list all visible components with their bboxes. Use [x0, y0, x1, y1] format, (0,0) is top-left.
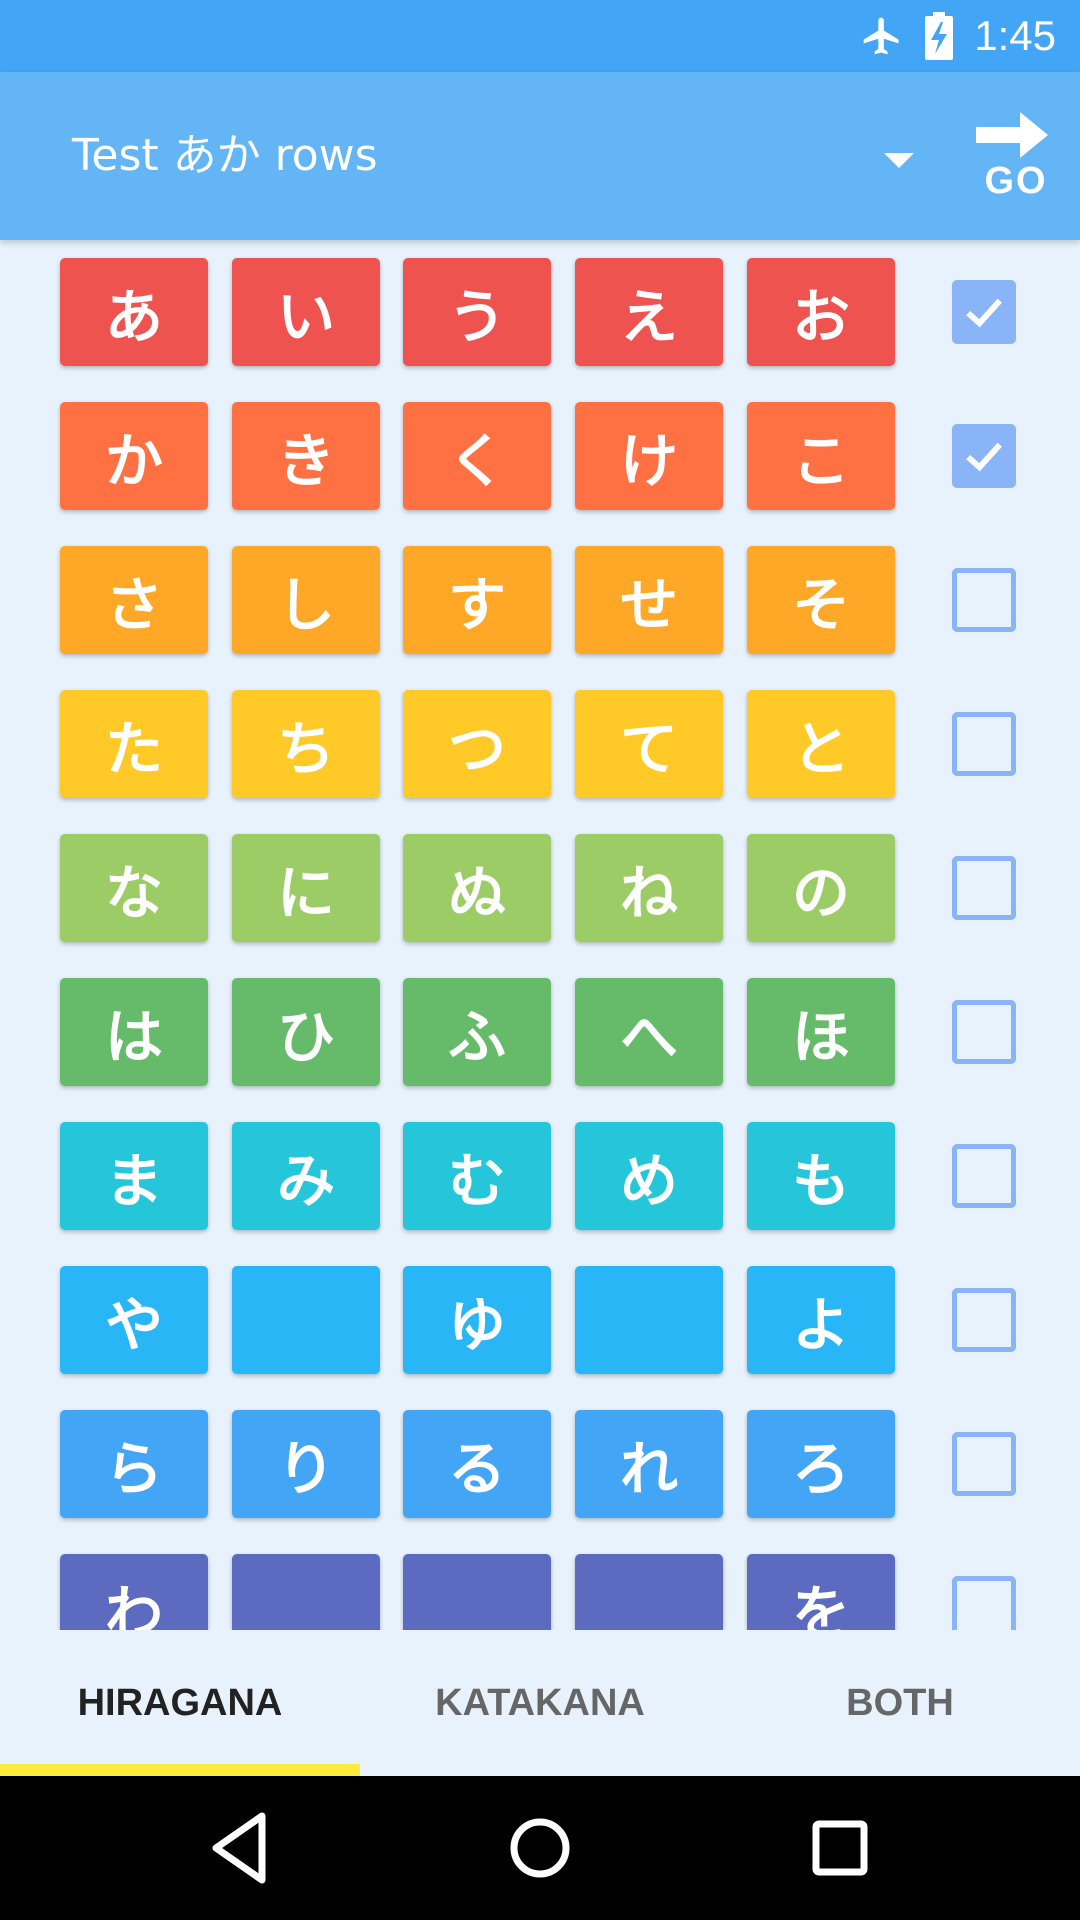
- kana-cell[interactable]: と: [747, 690, 895, 798]
- go-label: GO: [984, 160, 1048, 202]
- kana-cell[interactable]: み: [232, 1122, 380, 1230]
- kana-cell[interactable]: ゆ: [403, 1266, 551, 1374]
- kana-cell[interactable]: に: [232, 834, 380, 942]
- row-checkbox[interactable]: [952, 1144, 1016, 1208]
- arrow-right-icon: [976, 112, 1048, 158]
- kana-cell[interactable]: [575, 1554, 723, 1630]
- recents-icon[interactable]: [790, 1798, 890, 1898]
- kana-row: やゆよ: [0, 1266, 1080, 1374]
- kana-cell[interactable]: [403, 1554, 551, 1630]
- kana-cell[interactable]: の: [747, 834, 895, 942]
- tab-katakana[interactable]: KATAKANA: [360, 1630, 720, 1776]
- row-checkbox[interactable]: [952, 280, 1016, 344]
- kana-row: たちつてと: [0, 690, 1080, 798]
- kana-cell[interactable]: え: [575, 258, 723, 366]
- kana-cell[interactable]: ち: [232, 690, 380, 798]
- kana-cell[interactable]: そ: [747, 546, 895, 654]
- row-checkbox[interactable]: [952, 1000, 1016, 1064]
- row-checkbox[interactable]: [952, 1576, 1016, 1630]
- kana-cell[interactable]: ま: [60, 1122, 208, 1230]
- kana-cell[interactable]: き: [232, 402, 380, 510]
- kana-cell[interactable]: り: [232, 1410, 380, 1518]
- kana-cell[interactable]: め: [575, 1122, 723, 1230]
- kana-cell[interactable]: お: [747, 258, 895, 366]
- kana-cell[interactable]: こ: [747, 402, 895, 510]
- kana-cell[interactable]: ぬ: [403, 834, 551, 942]
- kana-cell[interactable]: す: [403, 546, 551, 654]
- kana-cell[interactable]: な: [60, 834, 208, 942]
- tab-both[interactable]: BOTH: [720, 1630, 1080, 1776]
- home-icon[interactable]: [490, 1798, 590, 1898]
- status-time: 1:45: [974, 12, 1056, 59]
- kana-grid: あいうえおかきくけこさしすせそたちつてとなにぬねのはひふへほまみむめもや ゆ よらり…: [0, 240, 1080, 1630]
- kana-cell[interactable]: ふ: [403, 978, 551, 1086]
- kana-cell[interactable]: ほ: [747, 978, 895, 1086]
- kana-cell[interactable]: ひ: [232, 978, 380, 1086]
- kana-row: らりるれろ: [0, 1410, 1080, 1518]
- kana-cell[interactable]: け: [575, 402, 723, 510]
- go-button[interactable]: GO: [966, 110, 1074, 210]
- status-bar: 1:45: [0, 0, 1080, 72]
- kana-cell[interactable]: へ: [575, 978, 723, 1086]
- kana-cell[interactable]: か: [60, 402, 208, 510]
- kana-cell[interactable]: は: [60, 978, 208, 1086]
- app-bar: Test あか rows GO: [0, 72, 1080, 240]
- kana-cell[interactable]: せ: [575, 546, 723, 654]
- kana-cell[interactable]: ね: [575, 834, 723, 942]
- kana-cell[interactable]: [232, 1266, 380, 1374]
- check-icon: [966, 442, 1002, 472]
- kana-cell[interactable]: [232, 1554, 380, 1630]
- kana-cell[interactable]: い: [232, 258, 380, 366]
- script-tabs: HIRAGANA KATAKANA BOTH: [0, 1630, 1080, 1776]
- kana-cell[interactable]: う: [403, 258, 551, 366]
- kana-row: わを: [0, 1554, 1080, 1630]
- kana-cell[interactable]: る: [403, 1410, 551, 1518]
- kana-cell[interactable]: や: [60, 1266, 208, 1374]
- airplane-icon: [863, 17, 899, 55]
- battery-charging-icon: [925, 12, 954, 60]
- kana-row: まみむめも: [0, 1122, 1080, 1230]
- kana-cell[interactable]: む: [403, 1122, 551, 1230]
- kana-cell[interactable]: た: [60, 690, 208, 798]
- kana-cell[interactable]: を: [747, 1554, 895, 1630]
- row-checkbox[interactable]: [952, 568, 1016, 632]
- kana-cell[interactable]: く: [403, 402, 551, 510]
- kana-cell[interactable]: ら: [60, 1410, 208, 1518]
- row-checkbox[interactable]: [952, 712, 1016, 776]
- tab-hiragana[interactable]: HIRAGANA: [0, 1630, 360, 1776]
- kana-cell[interactable]: て: [575, 690, 723, 798]
- kana-cell[interactable]: し: [232, 546, 380, 654]
- kana-cell[interactable]: さ: [60, 546, 208, 654]
- kana-cell[interactable]: わ: [60, 1554, 208, 1630]
- kana-row: あいうえお: [0, 258, 1080, 366]
- row-checkbox[interactable]: [952, 856, 1016, 920]
- kana-row: かきくけこ: [0, 402, 1080, 510]
- row-checkbox[interactable]: [952, 1432, 1016, 1496]
- dropdown-caret-icon[interactable]: [884, 153, 914, 168]
- kana-row: さしすせそ: [0, 546, 1080, 654]
- back-icon[interactable]: [190, 1798, 290, 1898]
- kana-cell[interactable]: ろ: [747, 1410, 895, 1518]
- kana-row: なにぬねの: [0, 834, 1080, 942]
- kana-cell[interactable]: つ: [403, 690, 551, 798]
- test-selector-title[interactable]: Test あか rows: [72, 72, 378, 240]
- kana-cell[interactable]: [575, 1266, 723, 1374]
- kana-cell[interactable]: あ: [60, 258, 208, 366]
- row-checkbox[interactable]: [952, 1288, 1016, 1352]
- navigation-bar: [0, 1776, 1080, 1920]
- kana-cell[interactable]: よ: [747, 1266, 895, 1374]
- kana-cell[interactable]: も: [747, 1122, 895, 1230]
- check-icon: [966, 298, 1002, 328]
- kana-cell[interactable]: れ: [575, 1410, 723, 1518]
- kana-row: はひふへほ: [0, 978, 1080, 1086]
- row-checkbox[interactable]: [952, 424, 1016, 488]
